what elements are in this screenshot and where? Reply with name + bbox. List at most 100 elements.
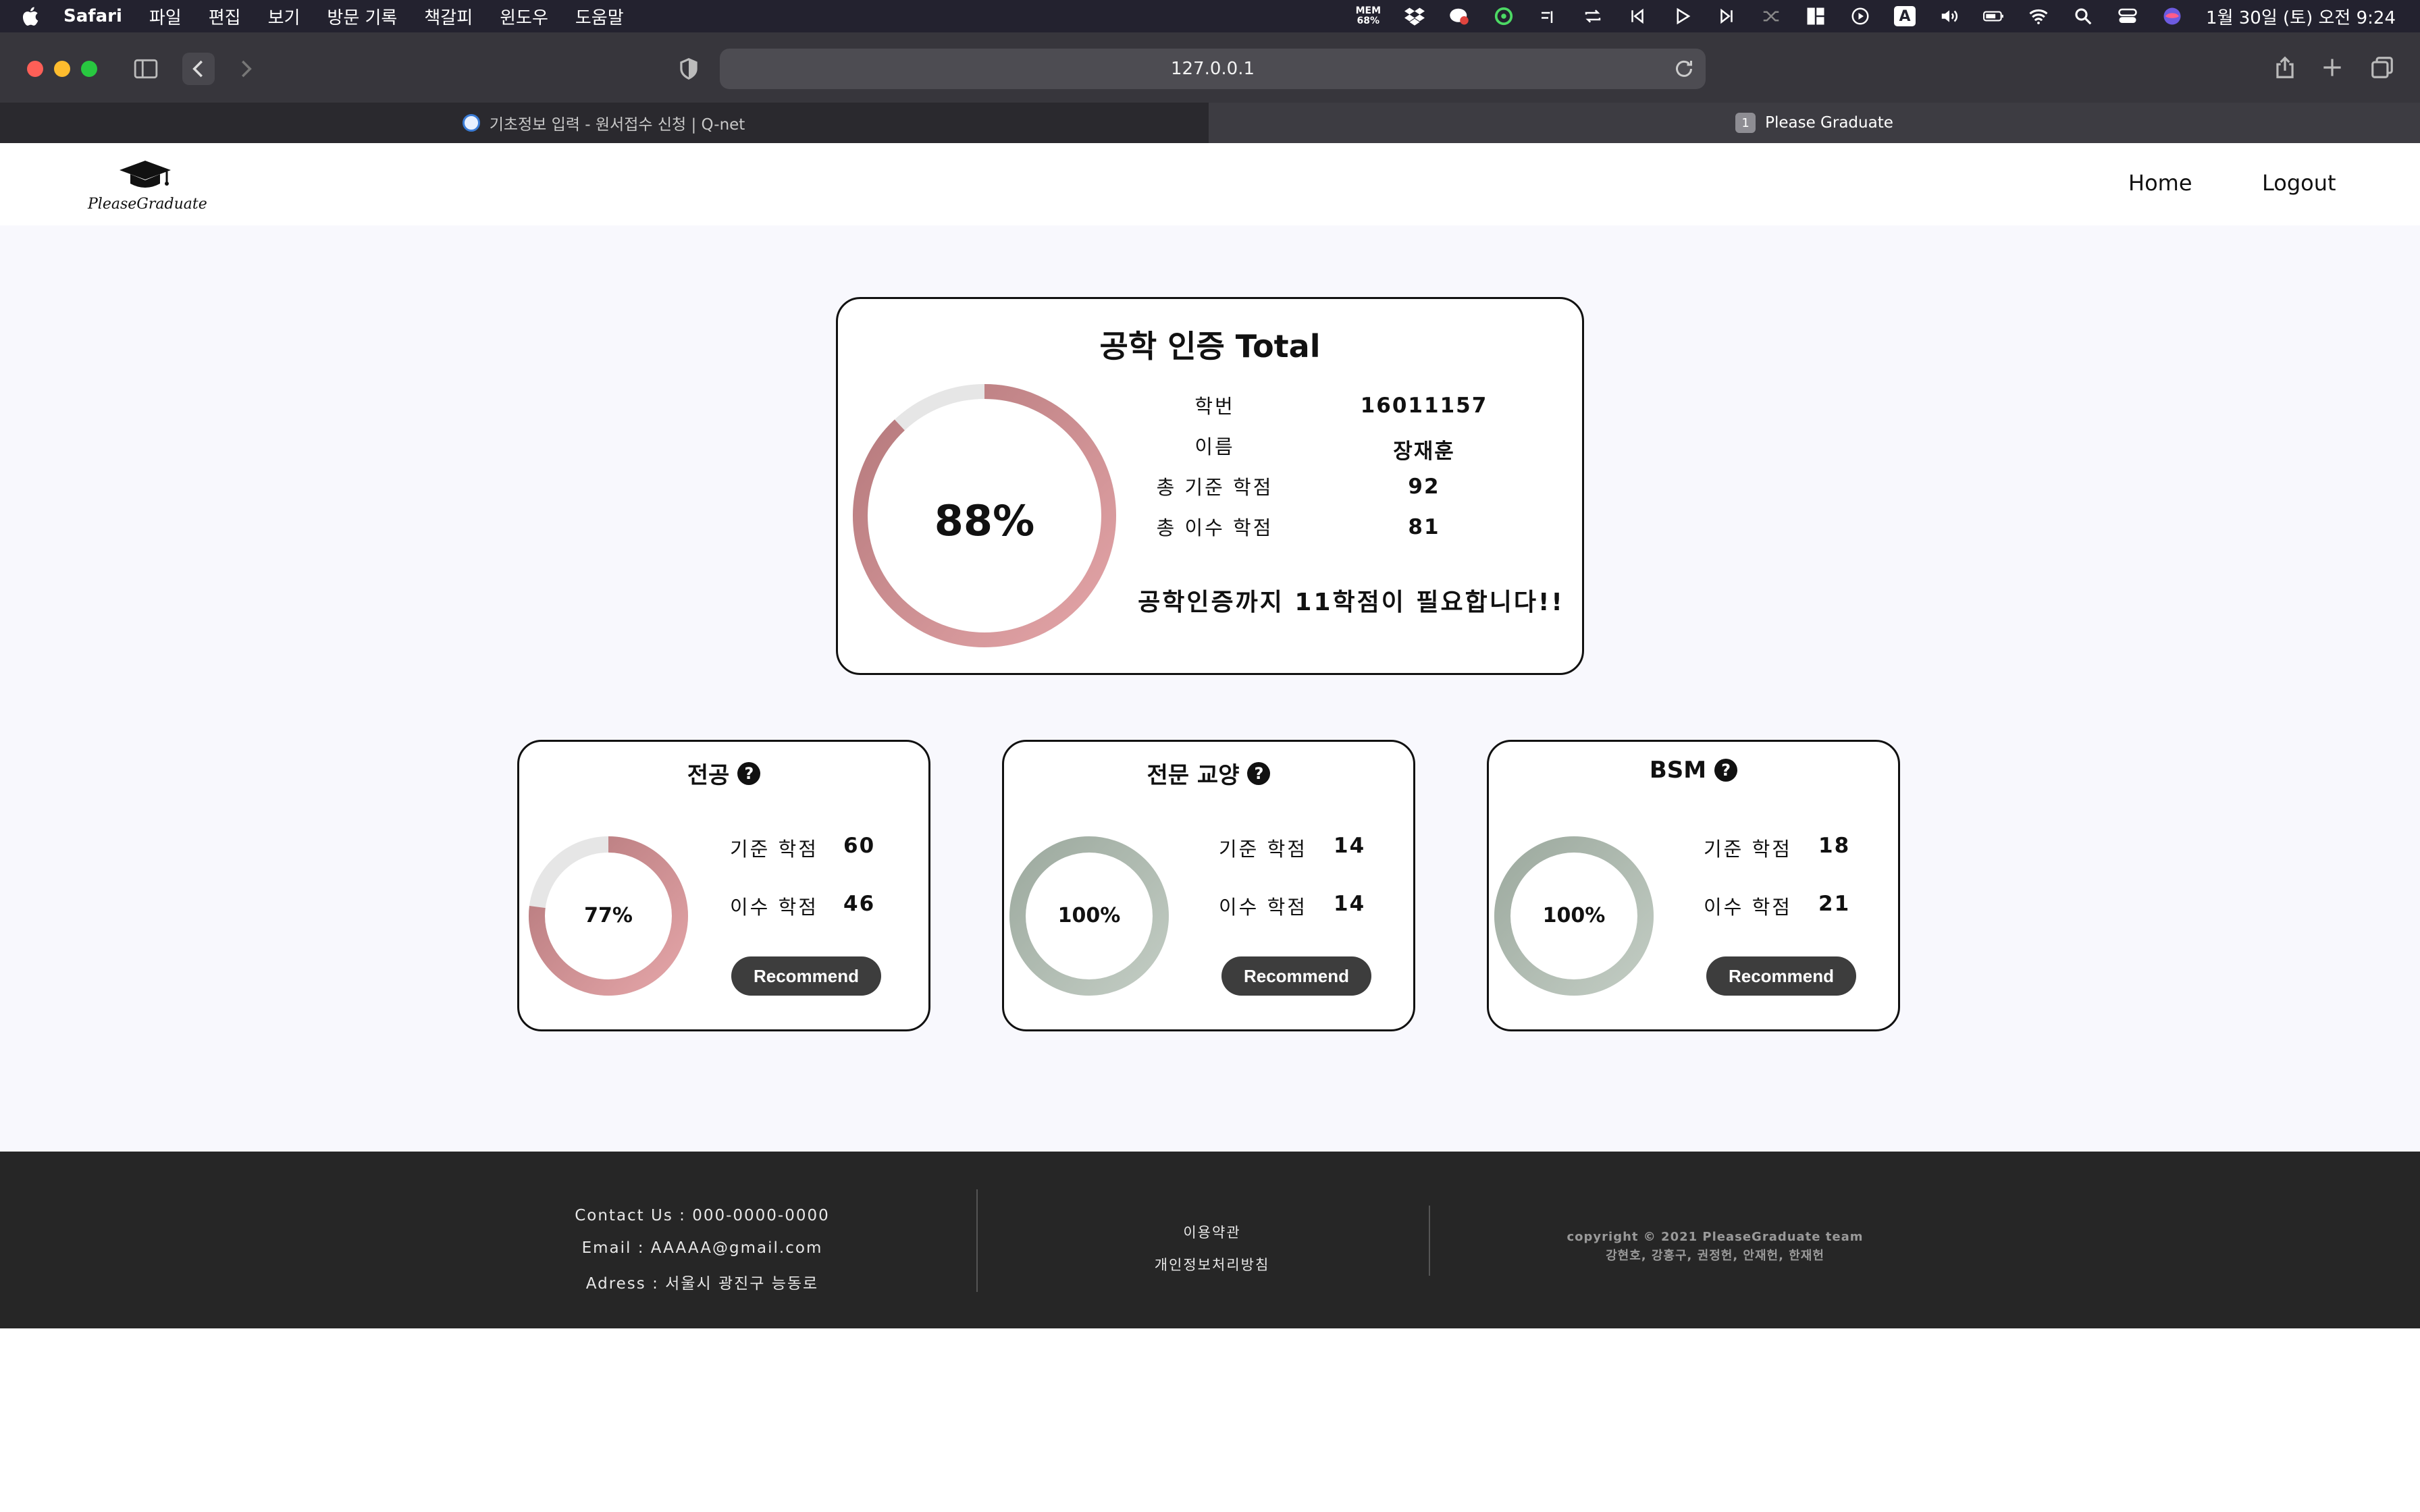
wifi-icon[interactable] [2028, 5, 2049, 27]
card-title: 전공 ? [519, 757, 928, 790]
footer-divider [1429, 1206, 1430, 1276]
menu-bookmarks[interactable]: 책갈피 [424, 4, 473, 29]
music-status-icon[interactable] [1493, 5, 1515, 27]
footer-privacy-link[interactable]: 개인정보처리방침 [1080, 1254, 1344, 1274]
dropbox-icon[interactable] [1404, 5, 1425, 27]
memory-status[interactable]: MEM 68% [1356, 6, 1381, 26]
footer-team-members: 강현호, 강홍구, 권정헌, 안재헌, 한재헌 [1606, 1249, 1824, 1263]
name-label: 이름 [1194, 435, 1235, 458]
card-title: BSM ? [1489, 757, 1898, 784]
required-credits-label: 기준 학점 [1704, 838, 1792, 861]
tab-title: Please Graduate [1765, 114, 1893, 132]
help-icon[interactable]: ? [1714, 759, 1738, 782]
liberal-arts-card: 전문 교양 ? 100% 기준 학점 14 이수 학점 14 Recommend [1002, 740, 1415, 1031]
share-icon[interactable] [2269, 51, 2301, 84]
battery-icon[interactable] [1983, 5, 2005, 27]
required-credits-value: 18 [1818, 834, 1851, 858]
apple-logo-icon[interactable] [20, 5, 39, 27]
sidebar-toggle-icon[interactable] [130, 53, 162, 85]
help-icon[interactable]: ? [1247, 761, 1271, 785]
card-title: 전문 교양 ? [1004, 757, 1413, 790]
new-tab-icon[interactable] [2316, 51, 2348, 84]
site-footer: Contact Us : 000-0000-0000 Email : AAAAA… [0, 1152, 2420, 1328]
student-id-label: 학번 [1194, 395, 1235, 418]
input-method-indicator[interactable]: A [1894, 6, 1916, 26]
tab-title: 기초정보 입력 - 원서접수 신청 | Q-net [489, 116, 745, 134]
url-text: 127.0.0.1 [1170, 59, 1255, 79]
back-button[interactable] [182, 53, 215, 85]
tab-qnet[interactable]: 기초정보 입력 - 원서접수 신청 | Q-net [0, 103, 1207, 143]
qnet-favicon-icon [462, 114, 480, 132]
earned-credits-value: 14 [1334, 892, 1366, 916]
window-layout-icon[interactable] [1805, 5, 1826, 27]
required-credits-label: 기준 학점 [1219, 838, 1307, 861]
macos-menubar: Safari 파일 편집 보기 방문 기록 책갈피 윈도우 도움말 MEM 68… [0, 0, 2420, 32]
menu-view[interactable]: 보기 [268, 4, 300, 29]
reload-icon[interactable] [1672, 57, 1696, 81]
footer-contact: Contact Us : 000-0000-0000 [575, 1207, 830, 1224]
spotlight-search-icon[interactable] [2072, 5, 2094, 27]
privacy-shield-icon[interactable] [673, 53, 705, 85]
required-credits-value: 92 [1408, 475, 1440, 499]
menubar-clock[interactable]: 1월 30일 (토) 오전 9:24 [2206, 4, 2396, 29]
footer-email: Email : AAAAA@gmail.com [581, 1239, 823, 1257]
menu-edit[interactable]: 편집 [209, 4, 241, 29]
graduation-cap-icon [120, 161, 171, 188]
bsm-card: BSM ? 100% 기준 학점 18 이수 학점 21 Recommend [1487, 740, 1900, 1031]
window-minimize-button[interactable] [54, 61, 70, 77]
siri-icon[interactable] [2161, 5, 2183, 27]
liberal-arts-percent-label: 100% [1057, 904, 1121, 927]
tab-bar: 기초정보 입력 - 원서접수 신청 | Q-net 1 Please Gradu… [0, 103, 2420, 143]
required-credits-value: 14 [1334, 834, 1366, 858]
earned-credits-label: 총 이수 학점 [1156, 516, 1273, 539]
menu-help[interactable]: 도움말 [575, 4, 624, 29]
tab-overview-icon[interactable] [2366, 51, 2398, 84]
major-percent-label: 77% [584, 904, 633, 927]
footer-terms-link[interactable]: 이용약관 [1080, 1222, 1344, 1242]
earned-credits-label: 이수 학점 [730, 896, 818, 919]
nav-logout-link[interactable]: Logout [2262, 170, 2336, 196]
recommend-button[interactable]: Recommend [1706, 956, 1856, 996]
next-track-icon[interactable] [1716, 5, 1737, 27]
play-icon[interactable] [1671, 5, 1693, 27]
menu-app-safari[interactable]: Safari [63, 6, 122, 26]
memory-label: MEM [1355, 5, 1382, 16]
chevron-left-icon [192, 60, 203, 78]
web-page: PleaseGraduate Home Logout 공학 인증 Total 8… [0, 143, 2420, 1512]
required-credits-label: 총 기준 학점 [1156, 476, 1273, 499]
name-value: 장재훈 [1393, 439, 1455, 464]
card-title-text: BSM [1649, 757, 1707, 784]
card-title-text: 전공 [687, 762, 730, 789]
recommend-button[interactable]: Recommend [731, 956, 881, 996]
help-icon[interactable]: ? [737, 761, 761, 785]
card-title-text: 전문 교양 [1147, 762, 1240, 789]
menubar-status-area: MEM 68% A 1월 30일 (토) 오전 9:24 [1356, 0, 2396, 32]
menu-window[interactable]: 윈도우 [500, 4, 548, 29]
tab-please-graduate[interactable]: 1 Please Graduate [1209, 103, 2420, 143]
media-play-circle-icon[interactable] [1849, 5, 1871, 27]
volume-icon[interactable] [1939, 5, 1960, 27]
total-percent-label: 88% [934, 496, 1035, 545]
total-title: 공학 인증 Total [1099, 328, 1321, 364]
window-close-button[interactable] [27, 61, 43, 77]
network-monitor-icon[interactable] [1537, 5, 1559, 27]
site-logo[interactable]: PleaseGraduate [88, 158, 207, 219]
window-zoom-button[interactable] [81, 61, 97, 77]
chat-icon[interactable] [1448, 5, 1470, 27]
address-bar[interactable]: 127.0.0.1 [720, 49, 1706, 89]
menu-history[interactable]: 방문 기록 [327, 4, 397, 29]
footer-address: Adress : 서울시 광진구 능동로 [585, 1275, 819, 1293]
repeat-icon[interactable] [1582, 5, 1604, 27]
control-center-icon[interactable] [2117, 5, 2138, 27]
total-summary-card: 공학 인증 Total 88% 학번 16011157 이름 장재훈 총 기준 … [836, 297, 1584, 675]
memory-value: 68% [1357, 16, 1380, 26]
forward-button[interactable] [230, 53, 262, 85]
shuffle-icon[interactable] [1760, 5, 1782, 27]
recommend-button[interactable]: Recommend [1221, 956, 1371, 996]
previous-track-icon[interactable] [1627, 5, 1648, 27]
site-header: PleaseGraduate Home Logout [0, 143, 2420, 225]
earned-credits-label: 이수 학점 [1219, 896, 1307, 919]
chevron-right-icon [242, 60, 252, 78]
menu-file[interactable]: 파일 [149, 4, 182, 29]
nav-home-link[interactable]: Home [2128, 170, 2192, 196]
